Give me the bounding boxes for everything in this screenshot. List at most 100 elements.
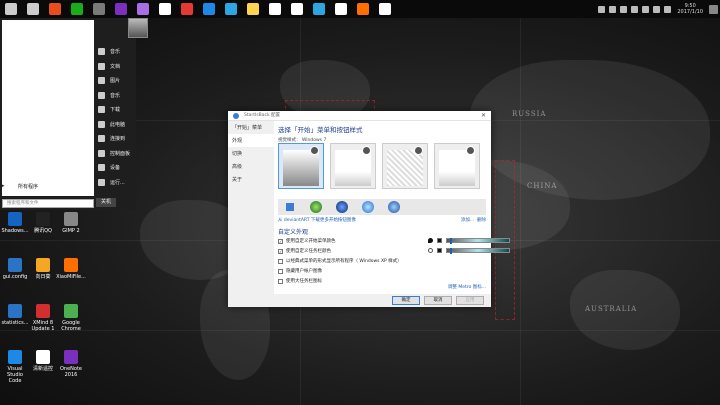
clock[interactable]: 9:50 2017/1/10 [677,3,703,15]
taskbar-app-icon[interactable] [93,3,105,15]
tray-icon[interactable] [598,5,606,13]
ok-button[interactable]: 确定 [392,296,420,305]
checkbox-icon[interactable]: ✓ [278,248,283,254]
desktop-icon[interactable]: gui.config [0,258,30,280]
nav-about[interactable]: 关于 [228,173,274,186]
start-menu-item[interactable]: 音乐 [98,48,120,55]
start-menu-item-label: 此电脑 [110,121,126,128]
all-programs-link[interactable]: 所有程序 [18,183,38,190]
nav-switch[interactable]: 切换 [228,147,274,160]
start-menu-item[interactable]: 控制面板 [98,149,130,157]
start-menu-item[interactable]: 运行... [98,178,125,186]
computer-icon [98,120,105,128]
startisback-config-dialog: StartIsBack 配置 ✕ 「开始」菜单 外观 切换 高级 关于 选择「开… [228,111,510,307]
desktop-icon-label: XMind 8 Update 1 [31,320,55,332]
style-card-2[interactable] [330,143,376,189]
taskbar-app-icon[interactable] [335,3,347,15]
nav-appearance[interactable]: 外观 [228,134,274,147]
tweak-metro-icons-link[interactable]: 调整 Metro 图标... [448,284,486,290]
orb-windows7-icon[interactable] [362,201,374,213]
menu-color-slider[interactable] [446,238,510,244]
style-card-4[interactable] [434,143,480,189]
app-icon [8,304,22,318]
taskbar-app-icon[interactable] [291,3,303,15]
start-menu-item[interactable]: 音乐 [98,91,120,99]
apply-button[interactable]: 应用 [456,296,484,305]
color-swatch-menu[interactable] [437,238,442,243]
add-link[interactable]: 添加... [461,218,474,223]
style-card-1[interactable] [278,143,324,189]
desktop-icon[interactable]: 清新遥控 [28,350,58,372]
option-checkbox[interactable]: 隐藏用户帐户图像 [278,268,322,274]
avatar-icon [362,146,371,155]
avatar-icon [414,146,423,155]
checkbox-icon[interactable] [278,278,283,284]
close-icon[interactable]: ✕ [481,111,486,121]
start-search-input[interactable]: 搜索程序和文件 [2,199,94,208]
remove-link[interactable]: 删除 [477,218,486,223]
taskbar-color-slider[interactable] [446,248,510,254]
checkbox-icon[interactable] [278,258,283,264]
taskbar-app-icon[interactable] [181,3,193,15]
taskbar-app-icon[interactable] [225,3,237,15]
desktop-icon[interactable]: XiaoMiFile... [56,258,86,280]
shutdown-button[interactable]: 关机 [96,198,116,207]
taskbar-app-icon[interactable] [115,3,127,15]
dialog-titlebar[interactable]: StartIsBack 配置 ✕ [228,111,491,121]
start-menu-item[interactable]: 图片 [98,77,120,84]
start-menu-item[interactable]: 下载 [98,106,120,113]
taskbar-app-icon[interactable] [71,3,83,15]
option-checkbox[interactable]: 使用大任务栏图标 [278,278,322,284]
deviantart-link[interactable]: 从 deviantART 下载更多开始按钮图像 [278,218,356,223]
tray-icon[interactable] [664,5,672,13]
taskbar-app-icon[interactable] [159,3,171,15]
start-menu-item[interactable]: 连接到 [98,135,125,142]
tray-icon[interactable] [620,5,628,13]
desktop-icon[interactable]: statistics... [0,304,30,326]
taskbar-icons [0,3,396,15]
option-checkbox[interactable]: ✓ 使用自定义开始菜单颜色 [278,238,336,244]
windows-logo-icon[interactable] [286,203,294,211]
nav-advanced[interactable]: 高级 [228,160,274,173]
tray-icon[interactable] [609,5,617,13]
tray-icon[interactable] [631,5,639,13]
control-panel-icon [98,149,105,157]
taskbar-app-icon[interactable] [5,3,17,15]
desktop-icon[interactable]: Shadows... [0,212,30,234]
taskbar-app-icon[interactable] [269,3,281,15]
cancel-button[interactable]: 取消 [424,296,452,305]
desktop-icon[interactable]: 腾讯QQ [28,212,58,234]
taskbar-app-icon[interactable] [247,3,259,15]
desktop-icon[interactable]: OneNote 2016 [56,350,86,378]
taskbar-app-icon[interactable] [137,3,149,15]
desktop-icon[interactable]: GIMP 2 [56,212,86,234]
color-swatch-taskbar[interactable] [437,248,442,253]
nav-start-menu[interactable]: 「开始」菜单 [228,121,274,134]
desktop-icon[interactable]: 向日葵 [28,258,58,280]
start-menu-item[interactable]: 设备 [98,164,120,171]
option-checkbox[interactable]: ✓ 使用自定义任务栏颜色 [278,248,331,254]
taskbar-app-icon[interactable] [49,3,61,15]
desktop-icon[interactable]: Google Chrome [56,304,86,332]
orb-dark-icon[interactable] [336,201,348,213]
tray-icon[interactable] [642,5,650,13]
tray-icon[interactable] [653,5,661,13]
taskbar-app-icon[interactable] [357,3,369,15]
user-avatar[interactable] [128,18,148,38]
taskbar-app-icon[interactable] [203,3,215,15]
desktop-icon[interactable]: XMind 8 Update 1 [28,304,58,332]
orb-green-icon[interactable] [310,201,322,213]
desktop-icon[interactable]: Visual Studio Code [0,350,30,384]
start-menu-item[interactable]: 文档 [98,62,120,70]
start-menu-item[interactable]: 此电脑 [98,120,126,128]
notification-icon[interactable] [709,4,718,14]
taskbar-app-icon[interactable] [27,3,39,15]
checkbox-icon[interactable] [278,268,283,274]
checkbox-icon[interactable]: ✓ [278,238,283,244]
taskbar-app-icon[interactable] [313,3,325,15]
orb-blue-icon[interactable] [388,201,400,213]
option-checkbox[interactable]: 以经典式菜单的形式显示所有程序（ Windows XP 样式） [278,258,402,264]
taskbar-app-icon[interactable] [379,3,391,15]
style-card-3[interactable] [382,143,428,189]
start-menu-programs[interactable] [2,20,94,196]
